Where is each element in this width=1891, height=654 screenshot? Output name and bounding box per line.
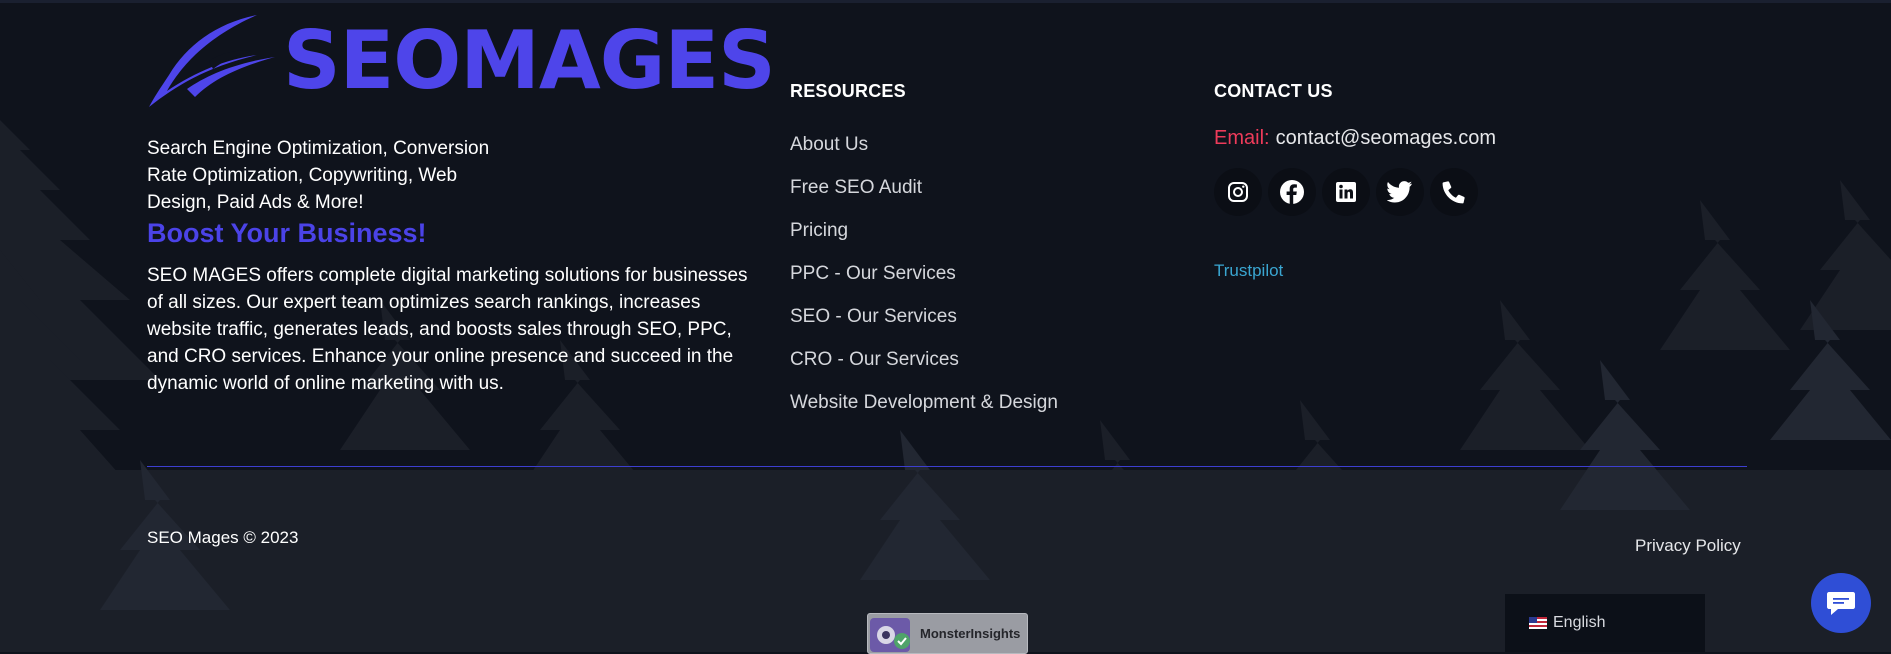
phone-icon xyxy=(1442,181,1465,204)
language-label: English xyxy=(1553,614,1606,631)
resource-link-seo-services[interactable]: SEO - Our Services xyxy=(790,302,1058,345)
social-links xyxy=(1214,168,1478,216)
footer-divider xyxy=(147,466,1747,467)
brand-wordmark: SEOMAGES xyxy=(283,14,776,107)
instagram-icon xyxy=(1228,182,1248,202)
resource-link-ppc-services[interactable]: PPC - Our Services xyxy=(790,259,1058,302)
monsterinsights-label: MonsterInsights xyxy=(920,626,1021,641)
linkedin-button[interactable] xyxy=(1322,168,1370,216)
language-switcher[interactable]: English xyxy=(1505,594,1705,652)
services-tagline: Search Engine Optimization, Conversion R… xyxy=(147,138,490,213)
twitter-button[interactable] xyxy=(1376,168,1424,216)
facebook-button[interactable] xyxy=(1268,168,1316,216)
copyright-text: SEO Mages © 2023 xyxy=(147,528,299,547)
resource-link-free-seo-audit[interactable]: Free SEO Audit xyxy=(790,173,1058,216)
boost-headline: Boost Your Business! xyxy=(147,218,427,248)
wizard-hat-logo-icon xyxy=(149,15,275,107)
privacy-policy-link[interactable]: Privacy Policy xyxy=(1635,536,1741,556)
email-label: Email: xyxy=(1214,127,1270,149)
chat-widget-button[interactable] xyxy=(1811,573,1871,633)
chat-bubble-icon xyxy=(1827,592,1855,615)
trustpilot-link[interactable]: Trustpilot xyxy=(1214,261,1283,281)
linkedin-icon xyxy=(1336,182,1356,202)
email-link[interactable]: contact@seomages.com xyxy=(1276,127,1496,149)
brand-logo[interactable]: SEOMAGES xyxy=(147,14,776,107)
monsterinsights-logo-icon xyxy=(870,617,910,652)
email-row: Email: contact@seomages.com xyxy=(1214,127,1496,150)
facebook-icon xyxy=(1280,180,1304,205)
twitter-icon xyxy=(1387,181,1412,203)
resource-link-cro-services[interactable]: CRO - Our Services xyxy=(790,345,1058,388)
instagram-button[interactable] xyxy=(1214,168,1262,216)
resource-link-about-us[interactable]: About Us xyxy=(790,130,1058,173)
resources-list: About Us Free SEO Audit Pricing PPC - Ou… xyxy=(790,130,1058,431)
us-flag-icon xyxy=(1529,617,1547,629)
resource-link-web-development[interactable]: Website Development & Design xyxy=(790,388,1058,431)
contact-heading: CONTACT US xyxy=(1214,81,1333,101)
resources-heading: RESOURCES xyxy=(790,81,906,101)
company-description: SEO MAGES offers complete digital market… xyxy=(147,265,748,394)
resource-link-pricing[interactable]: Pricing xyxy=(790,216,1058,259)
phone-button[interactable] xyxy=(1430,168,1478,216)
monsterinsights-badge[interactable]: MonsterInsights xyxy=(867,613,1028,654)
